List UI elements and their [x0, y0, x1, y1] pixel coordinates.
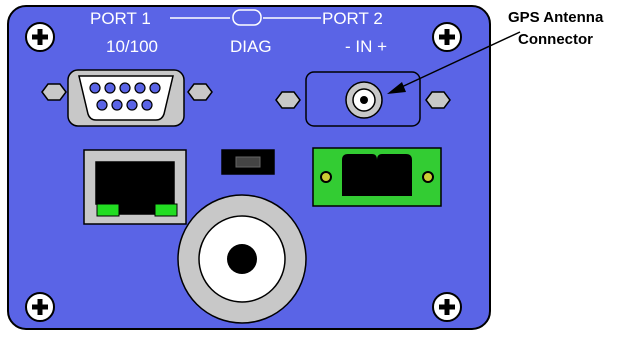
screw-bottom-left-icon — [25, 292, 55, 322]
activity-led — [154, 203, 178, 217]
port1-speed-label: 10/100 — [106, 37, 158, 56]
diag-switch — [221, 149, 275, 175]
diag-label: DIAG — [230, 37, 272, 56]
screw-top-right-icon — [432, 22, 462, 52]
callout-line1: GPS Antenna — [508, 9, 604, 26]
power-terminal-block — [312, 147, 442, 207]
hex-nut-icon — [275, 91, 301, 109]
port2-label: PORT 2 — [322, 9, 383, 28]
ethernet-rj45-port — [83, 149, 187, 225]
port2-polarity-label: - IN + — [345, 37, 387, 56]
hex-nut-icon — [187, 83, 213, 101]
round-connector — [177, 194, 307, 324]
hex-nut-icon — [425, 91, 451, 109]
diag-led-icon — [232, 9, 262, 26]
port1-label: PORT 1 — [90, 9, 151, 28]
link-led — [96, 203, 120, 217]
device-diagram: PORT 1 PORT 2 10/100 DIAG - IN + GPS Ant… — [7, 5, 604, 330]
screw-bottom-right-icon — [432, 292, 462, 322]
callout-line2: Connector — [518, 31, 593, 48]
screw-top-left-icon — [25, 22, 55, 52]
hex-nut-icon — [41, 83, 67, 101]
